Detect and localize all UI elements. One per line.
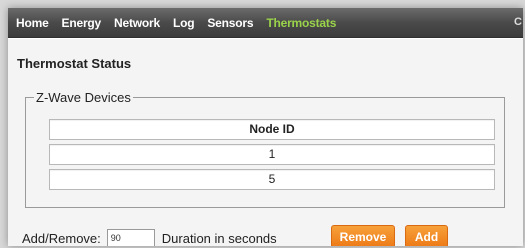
- main-content: Thermostat Status Z-Wave Devices Node ID…: [8, 39, 523, 246]
- add-remove-label: Add/Remove:: [22, 230, 101, 246]
- top-nav-bar: Home Energy Network Log Sensors Thermost…: [8, 8, 523, 38]
- nav-sensors[interactable]: Sensors: [207, 16, 253, 30]
- node-table: Node ID 1 5: [49, 119, 495, 194]
- nav-edge-glyph: C: [514, 16, 522, 28]
- remove-button[interactable]: Remove: [331, 225, 395, 246]
- node-id-header: Node ID: [49, 119, 495, 140]
- nav-log[interactable]: Log: [173, 16, 195, 30]
- app-window: Home Energy Network Log Sensors Thermost…: [8, 8, 523, 246]
- duration-label: Duration in seconds: [161, 230, 277, 246]
- nav-thermostats[interactable]: Thermostats: [266, 16, 336, 30]
- table-row[interactable]: 1: [49, 144, 495, 165]
- add-button[interactable]: Add: [405, 225, 448, 246]
- nav-energy[interactable]: Energy: [62, 16, 102, 30]
- page-title: Thermostat Status: [17, 56, 132, 71]
- duration-input[interactable]: [106, 229, 155, 246]
- table-row[interactable]: 5: [49, 169, 495, 190]
- zwave-devices-group: Z-Wave Devices Node ID 1 5: [25, 90, 505, 208]
- zwave-devices-legend: Z-Wave Devices: [36, 90, 131, 105]
- nav-network[interactable]: Network: [114, 16, 160, 30]
- nav-home[interactable]: Home: [16, 16, 49, 30]
- add-remove-row: Add/Remove: Duration in seconds: [22, 227, 277, 246]
